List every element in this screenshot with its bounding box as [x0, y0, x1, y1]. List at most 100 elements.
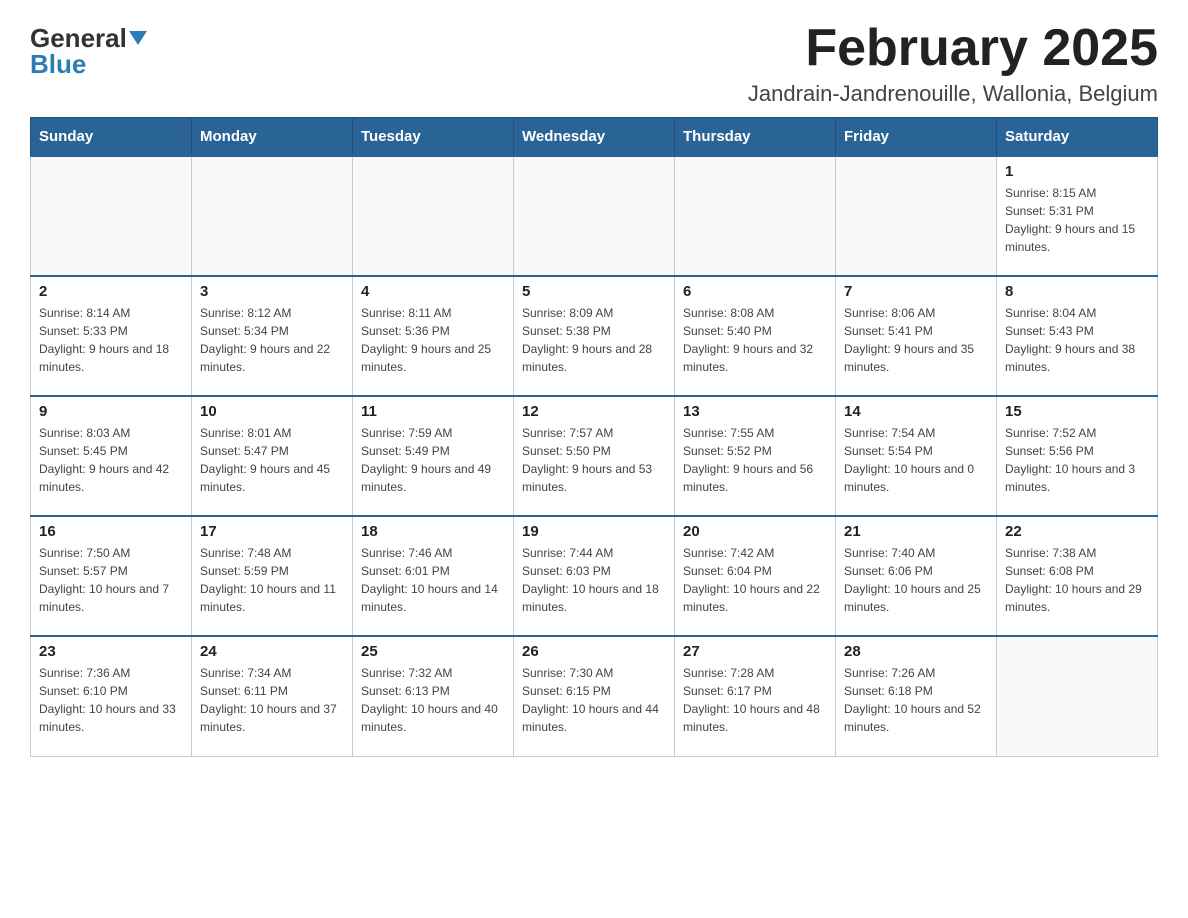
calendar-cell	[31, 156, 192, 276]
day-info: Sunrise: 7:28 AM Sunset: 6:17 PM Dayligh…	[683, 664, 827, 736]
day-info: Sunrise: 7:55 AM Sunset: 5:52 PM Dayligh…	[683, 424, 827, 496]
day-number: 11	[361, 403, 505, 420]
day-info: Sunrise: 8:14 AM Sunset: 5:33 PM Dayligh…	[39, 304, 183, 376]
calendar-cell: 7 Sunrise: 8:06 AM Sunset: 5:41 PM Daylig…	[836, 276, 997, 396]
calendar-cell: 13 Sunrise: 7:55 AM Sunset: 5:52 PM Dayli…	[675, 396, 836, 516]
weekday-header-row: SundayMondayTuesdayWednesdayThursdayFrid…	[31, 118, 1158, 157]
day-number: 22	[1005, 523, 1149, 540]
day-number: 7	[844, 283, 988, 300]
day-number: 14	[844, 403, 988, 420]
weekday-header-thursday: Thursday	[675, 118, 836, 157]
calendar-cell: 19Sunrise: 7:44 AM Sunset: 6:03 PM Dayli…	[514, 516, 675, 636]
day-info: Sunrise: 7:34 AM Sunset: 6:11 PM Dayligh…	[200, 664, 344, 736]
calendar-cell: 3 Sunrise: 8:12 AM Sunset: 5:34 PM Daylig…	[192, 276, 353, 396]
calendar-cell: 10 Sunrise: 8:01 AM Sunset: 5:47 PM Dayli…	[192, 396, 353, 516]
logo-blue-text: Blue	[30, 49, 86, 79]
day-number: 12	[522, 403, 666, 420]
calendar-cell: 5Sunrise: 8:09 AM Sunset: 5:38 PM Daylig…	[514, 276, 675, 396]
calendar-cell: 21Sunrise: 7:40 AM Sunset: 6:06 PM Dayli…	[836, 516, 997, 636]
calendar-cell: 18 Sunrise: 7:46 AM Sunset: 6:01 PM Dayli…	[353, 516, 514, 636]
day-info: Sunrise: 8:04 AM Sunset: 5:43 PM Dayligh…	[1005, 304, 1149, 376]
day-number: 8	[1005, 283, 1149, 300]
day-info: Sunrise: 7:40 AM Sunset: 6:06 PM Dayligh…	[844, 544, 988, 616]
day-info: Sunrise: 7:32 AM Sunset: 6:13 PM Dayligh…	[361, 664, 505, 736]
weekday-header-saturday: Saturday	[997, 118, 1158, 157]
day-number: 27	[683, 643, 827, 660]
calendar-cell	[675, 156, 836, 276]
day-info: Sunrise: 7:30 AM Sunset: 6:15 PM Dayligh…	[522, 664, 666, 736]
day-number: 18	[361, 523, 505, 540]
day-info: Sunrise: 7:46 AM Sunset: 6:01 PM Dayligh…	[361, 544, 505, 616]
day-info: Sunrise: 8:01 AM Sunset: 5:47 PM Dayligh…	[200, 424, 344, 496]
weekday-header-friday: Friday	[836, 118, 997, 157]
day-info: Sunrise: 8:08 AM Sunset: 5:40 PM Dayligh…	[683, 304, 827, 376]
day-info: Sunrise: 7:59 AM Sunset: 5:49 PM Dayligh…	[361, 424, 505, 496]
day-info: Sunrise: 7:36 AM Sunset: 6:10 PM Dayligh…	[39, 664, 183, 736]
day-info: Sunrise: 7:44 AM Sunset: 6:03 PM Dayligh…	[522, 544, 666, 616]
logo-triangle-icon	[129, 31, 147, 45]
day-info: Sunrise: 8:12 AM Sunset: 5:34 PM Dayligh…	[200, 304, 344, 376]
calendar-cell: 16Sunrise: 7:50 AM Sunset: 5:57 PM Dayli…	[31, 516, 192, 636]
day-info: Sunrise: 7:48 AM Sunset: 5:59 PM Dayligh…	[200, 544, 344, 616]
calendar-cell: 27 Sunrise: 7:28 AM Sunset: 6:17 PM Dayli…	[675, 636, 836, 756]
calendar-cell	[836, 156, 997, 276]
day-info: Sunrise: 7:26 AM Sunset: 6:18 PM Dayligh…	[844, 664, 988, 736]
day-info: Sunrise: 8:11 AM Sunset: 5:36 PM Dayligh…	[361, 304, 505, 376]
calendar-cell: 22 Sunrise: 7:38 AM Sunset: 6:08 PM Dayli…	[997, 516, 1158, 636]
week-row-2: 2 Sunrise: 8:14 AM Sunset: 5:33 PM Daylig…	[31, 276, 1158, 396]
day-info: Sunrise: 8:03 AM Sunset: 5:45 PM Dayligh…	[39, 424, 183, 496]
weekday-header-monday: Monday	[192, 118, 353, 157]
calendar-table: SundayMondayTuesdayWednesdayThursdayFrid…	[30, 117, 1158, 757]
day-number: 3	[200, 283, 344, 300]
title-block: February 2025 Jandrain-Jandrenouille, Wa…	[748, 20, 1158, 107]
week-row-1: 1 Sunrise: 8:15 AM Sunset: 5:31 PM Daylig…	[31, 156, 1158, 276]
calendar-cell: 24Sunrise: 7:34 AM Sunset: 6:11 PM Dayli…	[192, 636, 353, 756]
calendar-cell: 15 Sunrise: 7:52 AM Sunset: 5:56 PM Dayli…	[997, 396, 1158, 516]
calendar-cell: 17 Sunrise: 7:48 AM Sunset: 5:59 PM Dayli…	[192, 516, 353, 636]
calendar-cell: 12 Sunrise: 7:57 AM Sunset: 5:50 PM Dayli…	[514, 396, 675, 516]
day-number: 6	[683, 283, 827, 300]
day-number: 25	[361, 643, 505, 660]
weekday-header-wednesday: Wednesday	[514, 118, 675, 157]
day-info: Sunrise: 8:06 AM Sunset: 5:41 PM Dayligh…	[844, 304, 988, 376]
month-title: February 2025	[748, 20, 1158, 77]
calendar-cell: 2 Sunrise: 8:14 AM Sunset: 5:33 PM Daylig…	[31, 276, 192, 396]
day-number: 26	[522, 643, 666, 660]
day-info: Sunrise: 7:38 AM Sunset: 6:08 PM Dayligh…	[1005, 544, 1149, 616]
calendar-cell: 23Sunrise: 7:36 AM Sunset: 6:10 PM Dayli…	[31, 636, 192, 756]
day-info: Sunrise: 8:15 AM Sunset: 5:31 PM Dayligh…	[1005, 184, 1149, 256]
day-info: Sunrise: 7:52 AM Sunset: 5:56 PM Dayligh…	[1005, 424, 1149, 496]
calendar-cell	[353, 156, 514, 276]
calendar-cell	[192, 156, 353, 276]
weekday-header-tuesday: Tuesday	[353, 118, 514, 157]
calendar-cell: 28 Sunrise: 7:26 AM Sunset: 6:18 PM Dayli…	[836, 636, 997, 756]
day-number: 10	[200, 403, 344, 420]
calendar-cell: 20 Sunrise: 7:42 AM Sunset: 6:04 PM Dayli…	[675, 516, 836, 636]
day-info: Sunrise: 7:57 AM Sunset: 5:50 PM Dayligh…	[522, 424, 666, 496]
calendar-cell	[997, 636, 1158, 756]
calendar-cell: 14 Sunrise: 7:54 AM Sunset: 5:54 PM Dayli…	[836, 396, 997, 516]
day-number: 2	[39, 283, 183, 300]
calendar-cell: 25 Sunrise: 7:32 AM Sunset: 6:13 PM Dayli…	[353, 636, 514, 756]
day-number: 28	[844, 643, 988, 660]
day-number: 13	[683, 403, 827, 420]
calendar-cell: 1 Sunrise: 8:15 AM Sunset: 5:31 PM Daylig…	[997, 156, 1158, 276]
day-number: 15	[1005, 403, 1149, 420]
day-number: 17	[200, 523, 344, 540]
day-number: 20	[683, 523, 827, 540]
day-number: 4	[361, 283, 505, 300]
calendar-cell: 8 Sunrise: 8:04 AM Sunset: 5:43 PM Daylig…	[997, 276, 1158, 396]
day-number: 5	[522, 283, 666, 300]
week-row-4: 16Sunrise: 7:50 AM Sunset: 5:57 PM Dayli…	[31, 516, 1158, 636]
logo: GeneralBlue	[30, 20, 147, 77]
day-info: Sunrise: 7:54 AM Sunset: 5:54 PM Dayligh…	[844, 424, 988, 496]
page-header: GeneralBlue February 2025 Jandrain-Jandr…	[30, 20, 1158, 107]
day-info: Sunrise: 7:42 AM Sunset: 6:04 PM Dayligh…	[683, 544, 827, 616]
calendar-cell: 9 Sunrise: 8:03 AM Sunset: 5:45 PM Daylig…	[31, 396, 192, 516]
day-number: 1	[1005, 163, 1149, 180]
logo-text: GeneralBlue	[30, 25, 147, 77]
calendar-cell: 4 Sunrise: 8:11 AM Sunset: 5:36 PM Daylig…	[353, 276, 514, 396]
calendar-cell: 26 Sunrise: 7:30 AM Sunset: 6:15 PM Dayli…	[514, 636, 675, 756]
day-number: 9	[39, 403, 183, 420]
weekday-header-sunday: Sunday	[31, 118, 192, 157]
